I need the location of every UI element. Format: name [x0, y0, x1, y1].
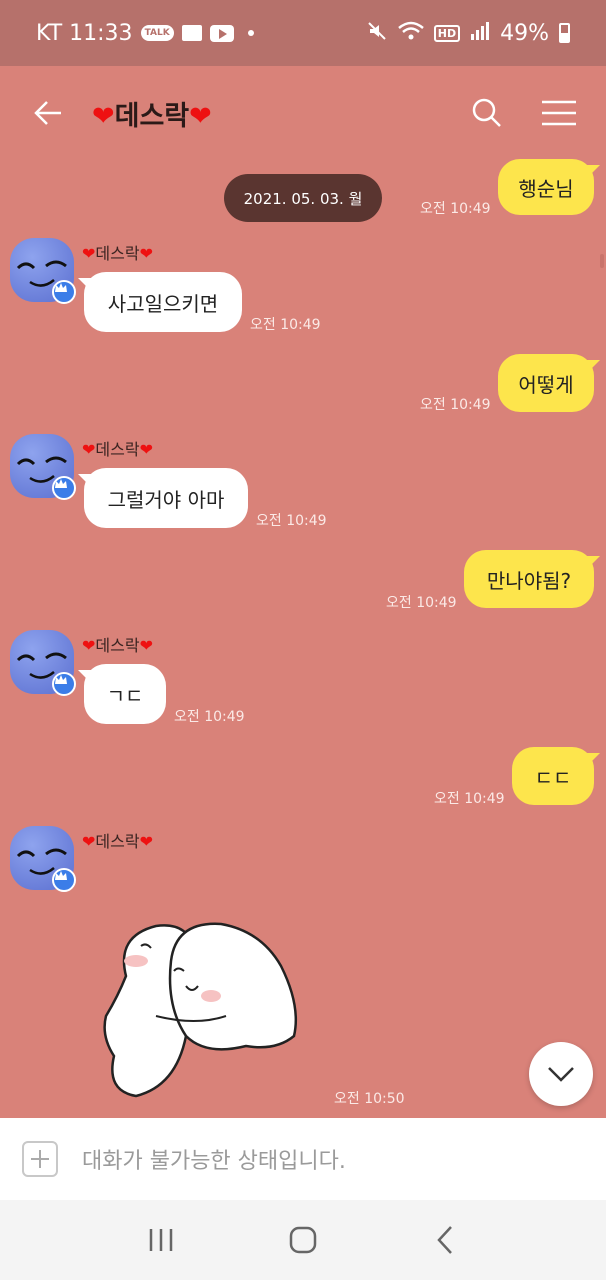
home-icon [289, 1226, 317, 1254]
mute-icon [366, 20, 388, 46]
message-input[interactable]: 대화가 불가능한 상태입니다. [82, 1143, 346, 1175]
gallery-notification-icon [181, 25, 202, 41]
my-message-bubble[interactable]: 어떻게 [498, 354, 600, 412]
my-message-bubble[interactable]: 만나야됨? [464, 550, 600, 608]
chat-area[interactable]: 2021. 05. 03. 월 행순님 오전 10:49 ❤데스락❤ 사고일으키… [0, 159, 606, 1118]
message-time: 오전 10:49 [420, 201, 491, 217]
title-heart-right: ❤ [189, 100, 212, 132]
other-message-bubble[interactable]: ㄱㄷ [78, 664, 166, 724]
sender-name: ❤데스락❤ [82, 244, 153, 263]
avatar[interactable] [10, 434, 76, 500]
crown-badge-icon [52, 672, 76, 696]
back-arrow-icon [34, 101, 61, 125]
attach-button[interactable] [22, 1141, 58, 1177]
message-time: 오전 10:49 [250, 317, 321, 333]
battery-percent: 49% [500, 20, 549, 46]
search-button[interactable] [464, 90, 510, 136]
chevron-down-icon [548, 1067, 574, 1082]
message-input-bar: 대화가 불가능한 상태입니다. [0, 1118, 606, 1200]
scroll-to-bottom-button[interactable] [529, 1042, 593, 1106]
header-actions [464, 90, 582, 136]
home-button[interactable] [273, 1210, 333, 1270]
status-bar: KT 11:33 TALK HD 49% [0, 0, 606, 66]
message-time: 오전 10:49 [434, 791, 505, 807]
battery-icon [559, 23, 570, 43]
scrollbar[interactable] [600, 254, 604, 268]
other-message-bubble[interactable]: 그럴거야 아마 [78, 468, 248, 528]
back-nav-button[interactable] [415, 1210, 475, 1270]
message-time: 오전 10:50 [334, 1091, 405, 1107]
chat-title: ❤데스락❤ [92, 94, 212, 133]
message-time: 오전 10:49 [386, 595, 457, 611]
system-nav-bar [0, 1200, 606, 1280]
back-chevron-icon [437, 1226, 452, 1254]
my-message-bubble[interactable]: ㄷㄷ [512, 747, 600, 805]
crown-badge-icon [52, 868, 76, 892]
wifi-icon [397, 21, 424, 45]
status-left: KT 11:33 TALK [36, 21, 254, 46]
sender-name: ❤데스락❤ [82, 636, 153, 655]
message-time: 오전 10:49 [174, 709, 245, 725]
message-time: 오전 10:49 [256, 513, 327, 529]
sender-name: ❤데스락❤ [82, 440, 153, 459]
avatar[interactable] [10, 238, 76, 304]
recent-apps-icon [149, 1229, 173, 1251]
sender-name: ❤데스락❤ [82, 832, 153, 851]
crown-badge-icon [52, 476, 76, 500]
message-time: 오전 10:49 [420, 397, 491, 413]
hamburger-menu-icon [542, 100, 576, 126]
plus-icon [31, 1150, 49, 1168]
date-divider: 2021. 05. 03. 월 [224, 174, 382, 222]
signal-icon [470, 21, 490, 45]
hd-voice-icon: HD [433, 24, 461, 42]
chat-header: ❤데스락❤ [0, 66, 606, 160]
youtube-notification-icon [209, 24, 234, 42]
avatar[interactable] [10, 630, 76, 696]
kakaotalk-notification-icon: TALK [140, 25, 174, 41]
search-icon [472, 98, 501, 127]
chat-title-text: 데스락 [114, 100, 190, 132]
crown-badge-icon [52, 280, 76, 304]
recent-apps-button[interactable] [131, 1210, 191, 1270]
back-button[interactable] [24, 89, 72, 137]
status-right: HD 49% [366, 20, 570, 46]
more-notifications-icon [247, 30, 254, 36]
my-message-bubble[interactable]: 행순님 [498, 159, 600, 215]
other-message-bubble[interactable]: 사고일으키면 [78, 272, 242, 332]
hug-sticker-image[interactable] [96, 916, 304, 1106]
avatar[interactable] [10, 826, 76, 892]
carrier-time: KT 11:33 [36, 20, 133, 46]
menu-button[interactable] [536, 90, 582, 136]
title-heart-left: ❤ [92, 100, 115, 132]
